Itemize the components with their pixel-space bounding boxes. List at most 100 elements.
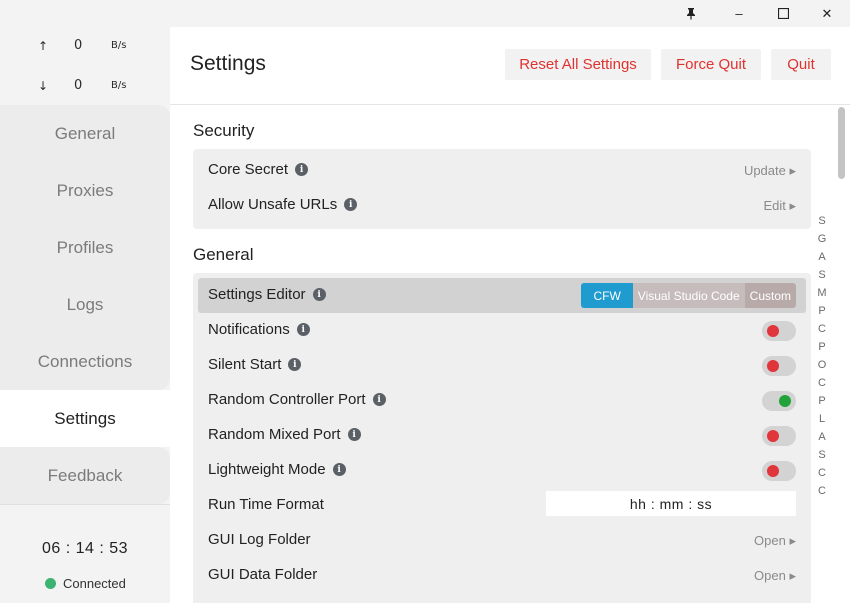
- close-button[interactable]: ✕: [804, 0, 850, 27]
- sidebar-item-logs[interactable]: Logs: [0, 276, 170, 333]
- download-unit: B/s: [111, 80, 127, 91]
- gui-log-folder-row[interactable]: GUI Log Folder Open ▸: [198, 523, 806, 558]
- gui-data-folder-open-link[interactable]: Open ▸: [754, 568, 796, 584]
- download-arrow-icon: ↓: [38, 79, 49, 93]
- index-letter[interactable]: A: [815, 428, 829, 446]
- toggle-knob: [779, 395, 791, 407]
- page-title: Settings: [190, 52, 266, 75]
- editor-option-custom[interactable]: Custom: [744, 283, 796, 308]
- notifications-label: Notifications i: [208, 321, 310, 338]
- upload-speed: ↑ 0 B/s: [0, 37, 170, 57]
- index-letter[interactable]: C: [815, 482, 829, 500]
- sidebar: ↑ 0 B/s ↓ 0 B/s General Proxies Profiles…: [0, 27, 170, 603]
- info-icon[interactable]: i: [312, 288, 326, 301]
- index-letter[interactable]: M: [815, 284, 829, 302]
- allow-unsafe-urls-label: Allow Unsafe URLs i: [208, 196, 358, 213]
- pin-icon[interactable]: [668, 0, 714, 27]
- scrollbar-thumb[interactable]: [838, 107, 845, 179]
- random-mixed-port-row: Random Mixed Port i: [198, 418, 806, 453]
- index-letter[interactable]: C: [815, 320, 829, 338]
- sidebar-item-feedback[interactable]: Feedback: [0, 447, 170, 504]
- settings-editor-row[interactable]: Settings Editor i CFW Visual Studio Code …: [198, 278, 806, 313]
- random-mixed-port-toggle[interactable]: [762, 426, 796, 446]
- notifications-row: Notifications i: [198, 313, 806, 348]
- random-controller-port-label: Random Controller Port i: [208, 391, 386, 408]
- index-letter[interactable]: O: [815, 356, 829, 374]
- gui-log-folder-label: GUI Log Folder: [208, 531, 311, 548]
- notifications-toggle[interactable]: [762, 321, 796, 341]
- sidebar-item-general[interactable]: General: [0, 105, 170, 162]
- download-speed: ↓ 0 B/s: [0, 77, 170, 97]
- toggle-knob: [767, 430, 779, 442]
- settings-content[interactable]: Security Core Secret i Update ▸ Allow Uns…: [170, 105, 850, 603]
- section-index: S G A S M P C P O C P L A S C C: [815, 212, 829, 500]
- info-icon[interactable]: i: [295, 163, 309, 176]
- toggle-knob: [767, 465, 779, 477]
- editor-option-vscode[interactable]: Visual Studio Code: [632, 283, 745, 308]
- scrollbar-track[interactable]: [834, 105, 848, 603]
- gui-data-folder-label: GUI Data Folder: [208, 566, 318, 583]
- lightweight-mode-toggle[interactable]: [762, 461, 796, 481]
- title-bar: – ✕: [0, 0, 850, 27]
- random-controller-port-toggle[interactable]: [762, 391, 796, 411]
- index-letter[interactable]: P: [815, 338, 829, 356]
- index-letter[interactable]: S: [815, 446, 829, 464]
- random-controller-port-row: Random Controller Port i: [198, 383, 806, 418]
- toggle-knob: [767, 360, 779, 372]
- index-letter[interactable]: C: [815, 464, 829, 482]
- info-icon[interactable]: i: [347, 428, 361, 441]
- sidebar-item-connections[interactable]: Connections: [0, 333, 170, 390]
- quit-button[interactable]: Quit: [771, 49, 831, 80]
- run-time-clock: 06 : 14 : 53: [41, 540, 129, 557]
- download-value: 0: [74, 78, 83, 93]
- maximize-button[interactable]: [760, 0, 806, 27]
- index-letter[interactable]: G: [815, 230, 829, 248]
- core-secret-update-link[interactable]: Update ▸: [744, 163, 796, 179]
- info-icon[interactable]: i: [344, 198, 358, 211]
- info-icon[interactable]: i: [296, 323, 310, 336]
- index-letter[interactable]: A: [815, 248, 829, 266]
- connection-status: Connected: [45, 576, 126, 591]
- info-icon[interactable]: i: [288, 358, 302, 371]
- run-time-format-input[interactable]: hh : mm : ss: [546, 491, 796, 516]
- run-time-format-row: Run Time Format hh : mm : ss: [198, 488, 806, 523]
- force-quit-button[interactable]: Force Quit: [661, 49, 761, 80]
- settings-editor-selector[interactable]: CFW Visual Studio Code Custom: [581, 283, 796, 308]
- index-letter[interactable]: S: [815, 212, 829, 230]
- index-letter[interactable]: P: [815, 392, 829, 410]
- silent-start-toggle[interactable]: [762, 356, 796, 376]
- gui-data-folder-row[interactable]: GUI Data Folder Open ▸: [198, 558, 806, 593]
- info-icon[interactable]: i: [332, 463, 346, 476]
- sidebar-item-proxies[interactable]: Proxies: [0, 162, 170, 219]
- sidebar-item-profiles[interactable]: Profiles: [0, 219, 170, 276]
- upload-value: 0: [74, 38, 83, 53]
- silent-start-row: Silent Start i: [198, 348, 806, 383]
- index-letter[interactable]: L: [815, 410, 829, 428]
- page-header: Settings Reset All Settings Force Quit Q…: [170, 27, 850, 105]
- upload-unit: B/s: [111, 40, 127, 51]
- lightweight-mode-label: Lightweight Mode i: [208, 461, 346, 478]
- settings-editor-label: Settings Editor i: [208, 286, 326, 303]
- allow-unsafe-urls-row[interactable]: Allow Unsafe URLs i Edit ▸: [198, 188, 806, 223]
- section-title-security: Security: [193, 121, 255, 140]
- silent-start-label: Silent Start i: [208, 356, 302, 373]
- index-letter[interactable]: P: [815, 302, 829, 320]
- editor-option-cfw[interactable]: CFW: [581, 283, 633, 308]
- lightweight-mode-row: Lightweight Mode i: [198, 453, 806, 488]
- reset-all-settings-button[interactable]: Reset All Settings: [505, 49, 651, 80]
- status-dot-icon: [45, 578, 56, 589]
- gui-log-folder-open-link[interactable]: Open ▸: [754, 533, 796, 549]
- index-letter[interactable]: S: [815, 266, 829, 284]
- index-letter[interactable]: C: [815, 374, 829, 392]
- info-icon[interactable]: i: [372, 393, 386, 406]
- general-card: Settings Editor i CFW Visual Studio Code …: [193, 273, 811, 603]
- random-mixed-port-label: Random Mixed Port i: [208, 426, 361, 443]
- sidebar-item-settings[interactable]: Settings: [0, 390, 170, 447]
- run-time-format-label: Run Time Format: [208, 496, 324, 513]
- minimize-button[interactable]: –: [716, 0, 762, 27]
- sidebar-nav: General Proxies Profiles Logs Connection…: [0, 105, 170, 504]
- core-secret-row[interactable]: Core Secret i Update ▸: [198, 153, 806, 188]
- section-title-general: General: [193, 245, 254, 264]
- allow-unsafe-urls-edit-link[interactable]: Edit ▸: [763, 198, 796, 214]
- main-panel: Settings Reset All Settings Force Quit Q…: [170, 27, 850, 603]
